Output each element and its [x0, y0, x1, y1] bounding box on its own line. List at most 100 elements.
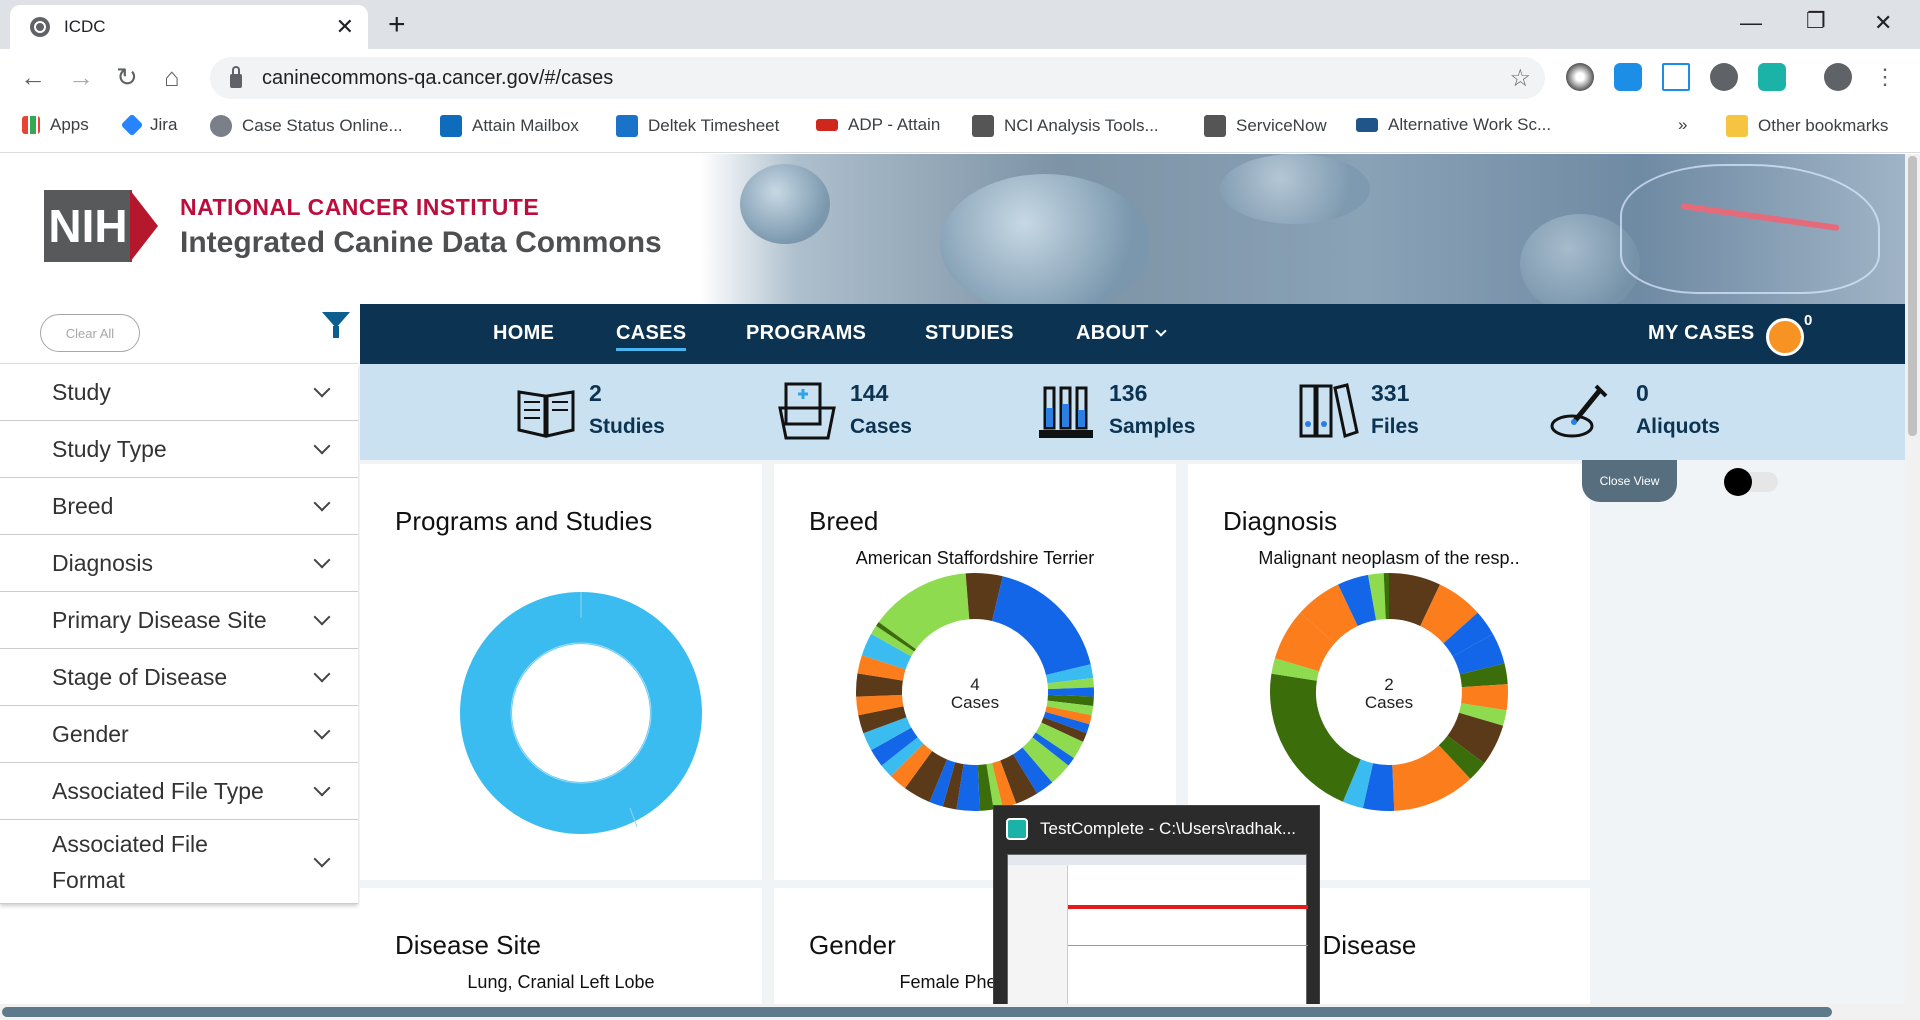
- clear-all-button[interactable]: Clear All: [40, 314, 140, 352]
- breed-segment[interactable]: [890, 743, 933, 789]
- facet-stage-of-disease[interactable]: Stage of Disease: [0, 649, 358, 706]
- breed-segment[interactable]: [871, 727, 918, 766]
- breed-segment[interactable]: [905, 750, 948, 802]
- bookmark-jira[interactable]: Jira: [120, 113, 177, 137]
- facet-study[interactable]: Study: [0, 364, 358, 421]
- horizontal-scrollbar[interactable]: [0, 1004, 1905, 1020]
- breed-segment[interactable]: [991, 760, 1017, 808]
- scrollbar-thumb[interactable]: [1908, 156, 1917, 436]
- breed-segment[interactable]: [857, 655, 906, 682]
- outlook-icon: [440, 115, 462, 137]
- bookmark-nci-analysis[interactable]: NCI Analysis Tools...: [972, 115, 1159, 137]
- menu-dots-icon[interactable]: ⋮: [1874, 63, 1896, 91]
- extension-icon[interactable]: [1758, 63, 1786, 91]
- bookmark-apps[interactable]: Apps: [22, 115, 89, 135]
- bookmark-other[interactable]: Other bookmarks: [1726, 115, 1888, 137]
- nih-logo[interactable]: NIH: [44, 190, 162, 262]
- bookmark-servicenow[interactable]: ServiceNow: [1204, 115, 1327, 137]
- scrollbar-thumb[interactable]: [2, 1007, 1832, 1017]
- breed-segment[interactable]: [1012, 747, 1053, 794]
- diagnosis-segment[interactable]: [1388, 573, 1440, 627]
- minimize-button[interactable]: —: [1740, 10, 1762, 36]
- home-button[interactable]: ⌂: [164, 63, 180, 91]
- my-cases-link[interactable]: MY CASES: [1648, 322, 1755, 345]
- diagnosis-segment[interactable]: [1368, 573, 1387, 621]
- diagnosis-segment[interactable]: [1391, 744, 1471, 811]
- facet-diagnosis[interactable]: Diagnosis: [0, 535, 358, 592]
- diagnosis-segment[interactable]: [1438, 735, 1485, 779]
- diagnosis-segment[interactable]: [1419, 584, 1478, 644]
- breed-segment[interactable]: [986, 762, 1003, 810]
- taskbar-preview-popup[interactable]: TestComplete - C:\Users\radhak...: [993, 805, 1320, 1020]
- extension-icon[interactable]: [1566, 63, 1594, 91]
- facet-associated-file-format[interactable]: Associated File Format: [0, 820, 358, 904]
- bookmarks-overflow[interactable]: »: [1678, 115, 1687, 135]
- view-toggle-switch[interactable]: [1724, 468, 1778, 496]
- breed-segment[interactable]: [881, 736, 924, 777]
- bookmark-deltek[interactable]: Deltek Timesheet: [616, 115, 779, 137]
- breed-segment[interactable]: [861, 633, 912, 670]
- breed-segment[interactable]: [878, 573, 971, 650]
- breed-segment[interactable]: [1043, 711, 1090, 734]
- breed-segment[interactable]: [871, 625, 915, 657]
- diagnosis-segment[interactable]: [1342, 759, 1374, 809]
- diagnosis-segment[interactable]: [1362, 763, 1395, 811]
- nav-programs[interactable]: PROGRAMS: [746, 322, 866, 345]
- diagnosis-segment[interactable]: [1300, 584, 1359, 644]
- breed-segment[interactable]: [1032, 732, 1074, 766]
- profile-icon[interactable]: [1824, 63, 1852, 91]
- stat-studies: 2 Studies: [515, 380, 665, 442]
- breed-segment[interactable]: [929, 759, 956, 807]
- filter-icon[interactable]: [322, 312, 350, 338]
- extension-icon[interactable]: [1662, 63, 1690, 91]
- extension-icon[interactable]: [1614, 63, 1642, 91]
- breed-segment[interactable]: [974, 573, 1003, 622]
- breed-segment[interactable]: [1021, 736, 1069, 783]
- extension-icon[interactable]: [1710, 63, 1738, 91]
- close-window-button[interactable]: ✕: [1874, 10, 1892, 36]
- vertical-scrollbar[interactable]: [1905, 154, 1920, 1020]
- new-tab-button[interactable]: +: [388, 8, 406, 42]
- diagnosis-segment[interactable]: [1442, 612, 1493, 657]
- facet-associated-file-type[interactable]: Associated File Type: [0, 763, 358, 820]
- reload-button[interactable]: ↻: [116, 63, 138, 91]
- breed-segment[interactable]: [999, 753, 1038, 804]
- browser-tab[interactable]: ICDC ✕: [10, 5, 368, 49]
- diagnosis-segment[interactable]: [1338, 574, 1377, 627]
- nav-cases[interactable]: CASES: [616, 322, 687, 351]
- breed-segment[interactable]: [991, 576, 1091, 676]
- facet-primary-disease-site[interactable]: Primary Disease Site: [0, 592, 358, 649]
- facet-breed[interactable]: Breed: [0, 478, 358, 535]
- breed-segment[interactable]: [858, 705, 907, 734]
- bookmark-star-icon[interactable]: ☆: [1509, 64, 1531, 93]
- nav-about[interactable]: ABOUT: [1076, 322, 1167, 345]
- breed-segment[interactable]: [942, 762, 964, 810]
- programs-donut-chart[interactable]: [460, 592, 702, 834]
- address-bar[interactable]: caninecommons-qa.cancer.gov/#/cases ☆: [210, 57, 1545, 99]
- nih-icon: [1356, 118, 1378, 132]
- diagnosis-segment[interactable]: [1274, 612, 1336, 673]
- close-view-button[interactable]: Close View: [1582, 460, 1677, 502]
- diagnosis-segment[interactable]: [1447, 711, 1504, 764]
- breed-segment[interactable]: [876, 622, 917, 652]
- nav-studies[interactable]: STUDIES: [925, 322, 1014, 345]
- breed-segment[interactable]: [1041, 717, 1087, 742]
- breed-segment[interactable]: [1035, 722, 1084, 759]
- bookmark-attain-mailbox[interactable]: Attain Mailbox: [440, 115, 579, 137]
- facet-study-type[interactable]: Study Type: [0, 421, 358, 478]
- diagnosis-segment[interactable]: [1452, 634, 1505, 676]
- breed-segment[interactable]: [956, 764, 980, 811]
- facet-sidebar: Clear All Study Study Type Breed Diagnos…: [0, 304, 358, 924]
- forward-button[interactable]: →: [68, 63, 94, 91]
- back-button[interactable]: ←: [20, 63, 46, 91]
- breed-segment[interactable]: [977, 764, 994, 811]
- nav-home[interactable]: HOME: [493, 322, 554, 345]
- bookmark-case-status[interactable]: Case Status Online...: [210, 115, 403, 137]
- bookmark-adp[interactable]: ADP - Attain: [816, 115, 940, 135]
- restore-button[interactable]: ❐: [1806, 8, 1826, 34]
- close-tab-icon[interactable]: ✕: [336, 14, 354, 40]
- my-cases-folder-icon[interactable]: [1766, 318, 1804, 356]
- bookmark-alt-work[interactable]: Alternative Work Sc...: [1356, 115, 1551, 135]
- facet-gender[interactable]: Gender: [0, 706, 358, 763]
- breed-segment[interactable]: [863, 716, 912, 751]
